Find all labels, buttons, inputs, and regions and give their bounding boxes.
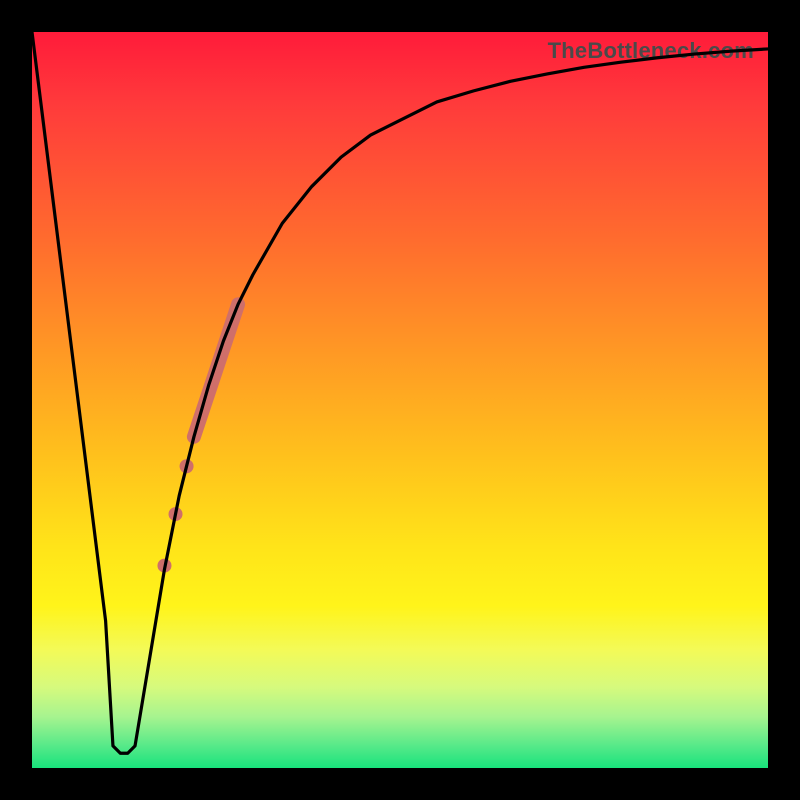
curve-layer [32,32,768,753]
chart-svg [32,32,768,768]
markers-layer [157,304,238,572]
bottleneck-curve [32,32,768,753]
chart-frame: TheBottleneck.com [0,0,800,800]
plot-area: TheBottleneck.com [32,32,768,768]
